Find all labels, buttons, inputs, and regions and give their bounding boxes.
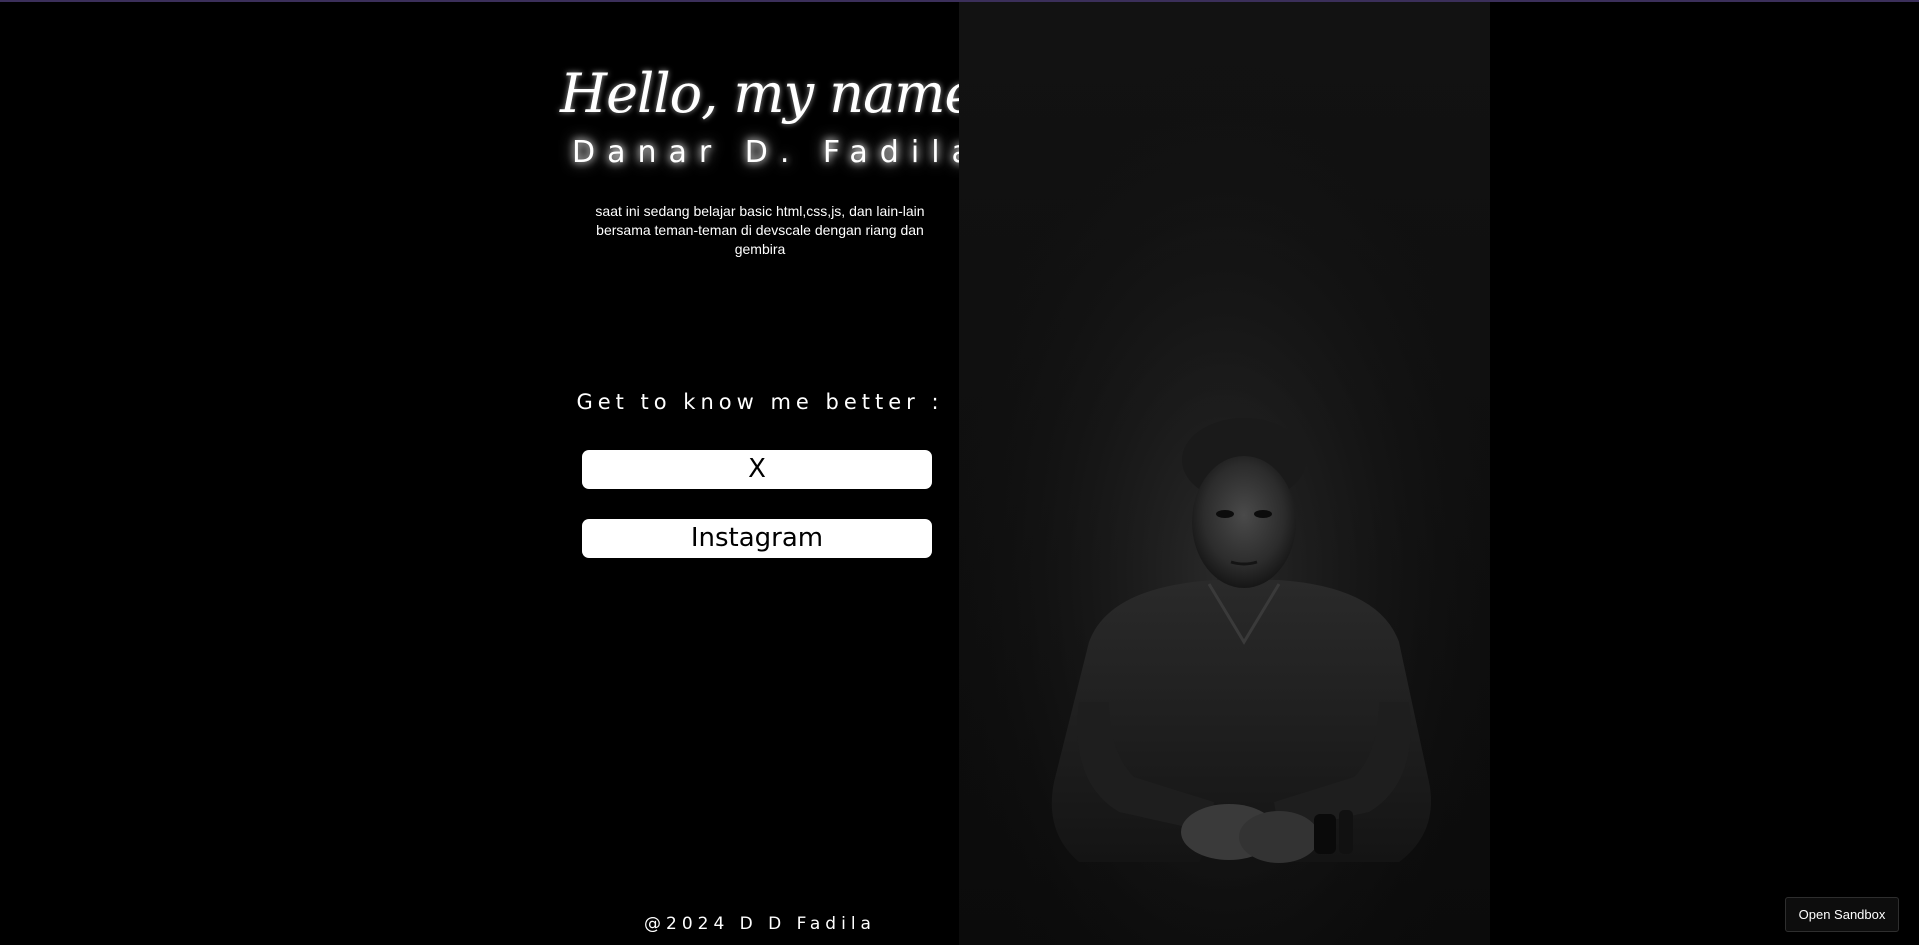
links-heading: Get to know me better : <box>576 390 944 414</box>
portrait-figure-icon <box>959 2 1490 945</box>
copyright-footer: @2024 D D Fadila <box>644 914 876 934</box>
greeting-heading: Hello, my name is <box>560 62 1036 125</box>
open-sandbox-button[interactable]: Open Sandbox <box>1785 897 1899 932</box>
intro-section: Hello, my name is Danar D. Fadila <box>560 55 1036 173</box>
instagram-link-button[interactable]: Instagram <box>582 519 932 558</box>
x-link-button[interactable]: X <box>582 450 932 489</box>
portrait-photo <box>959 2 1490 945</box>
name-heading: Danar D. Fadila <box>572 135 982 170</box>
bio-text: saat ini sedang belajar basic html,css,j… <box>595 203 925 257</box>
